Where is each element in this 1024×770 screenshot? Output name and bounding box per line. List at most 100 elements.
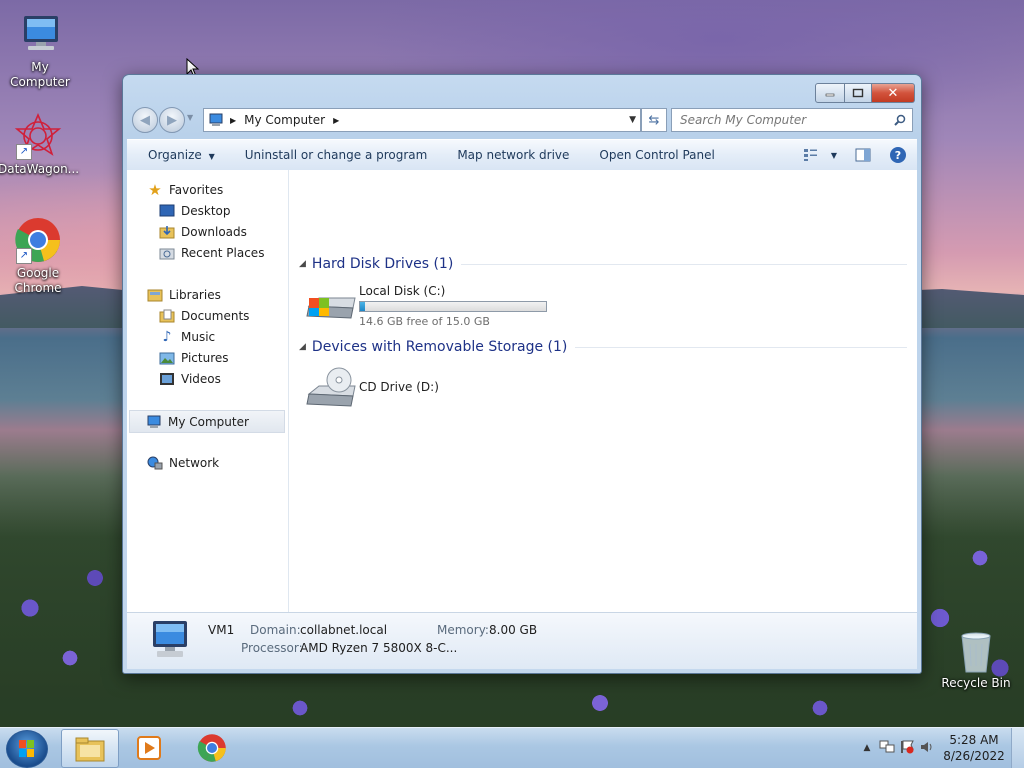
- computer-large-icon: [147, 619, 193, 664]
- search-input[interactable]: Search My Computer: [672, 113, 894, 127]
- nav-favorites[interactable]: ★ Favorites: [147, 179, 223, 200]
- memory-value: 8.00 GB: [489, 623, 538, 637]
- maximize-button[interactable]: [845, 83, 872, 103]
- group-hard-disk-drives[interactable]: ◢ Hard Disk Drives (1): [299, 256, 907, 272]
- computer-icon: [16, 10, 64, 58]
- media-player-icon: [137, 735, 161, 760]
- drive-free-space: 14.6 GB free of 15.0 GB: [359, 315, 490, 328]
- drive-name: Local Disk (C:): [359, 284, 446, 298]
- start-button[interactable]: [6, 730, 48, 768]
- back-arrow-icon: ◀: [140, 112, 150, 128]
- windows-logo-icon: [19, 740, 34, 757]
- nav-downloads[interactable]: Downloads: [159, 221, 247, 242]
- nav-videos[interactable]: Videos: [159, 368, 221, 389]
- preview-pane-button[interactable]: [855, 148, 871, 162]
- chrome-icon: [197, 733, 226, 762]
- nav-network[interactable]: Network: [147, 452, 219, 473]
- nav-my-computer[interactable]: My Computer: [129, 410, 285, 433]
- breadcrumb-my-computer[interactable]: My Computer: [244, 113, 325, 127]
- breadcrumb-separator-icon[interactable]: ▶: [333, 116, 339, 125]
- refresh-icon: ⇆: [648, 112, 660, 128]
- content-area: ★ Favorites Desktop Downloads Recent Pla…: [127, 170, 917, 613]
- back-button[interactable]: ◀: [132, 107, 158, 133]
- map-network-drive-button[interactable]: Map network drive: [442, 148, 584, 162]
- shortcut-arrow-icon: ↗: [16, 248, 32, 264]
- system-tray: ▲ 5:28 AM 8/26/2022: [857, 728, 1024, 768]
- chrome-icon: ↗: [14, 216, 62, 264]
- show-desktop-button[interactable]: [1011, 728, 1024, 768]
- disk-usage-fill: [360, 302, 366, 311]
- address-bar[interactable]: ▶ My Computer ▶ ▼: [203, 108, 641, 132]
- group-removable-storage[interactable]: ◢ Devices with Removable Storage (1): [299, 339, 907, 355]
- caption-buttons: ✕: [815, 83, 915, 103]
- datawagon-icon: ↗: [14, 112, 62, 160]
- nav-pictures[interactable]: Pictures: [159, 347, 229, 368]
- network-status-icon[interactable]: [877, 740, 897, 757]
- search-icon[interactable]: [894, 114, 906, 126]
- drive-cd-d[interactable]: CD Drive (D:): [305, 366, 439, 412]
- taskbar-chrome-button[interactable]: [184, 729, 240, 766]
- show-hidden-icons-icon[interactable]: ▲: [857, 743, 877, 753]
- search-box[interactable]: Search My Computer: [671, 108, 913, 132]
- documents-icon: [159, 308, 175, 324]
- taskbar-media-player-button[interactable]: [121, 729, 177, 766]
- desktop-icon-google-chrome[interactable]: ↗ Google Chrome: [0, 216, 78, 296]
- taskbar-explorer-button[interactable]: [61, 729, 119, 768]
- star-icon: ★: [148, 180, 162, 199]
- videos-icon: [159, 371, 175, 387]
- open-control-panel-button[interactable]: Open Control Panel: [584, 148, 729, 162]
- change-view-button[interactable]: ▼: [803, 148, 837, 162]
- collapse-triangle-icon: ◢: [299, 259, 306, 269]
- clock[interactable]: 5:28 AM 8/26/2022: [937, 732, 1011, 764]
- drive-local-disk-c[interactable]: Local Disk (C:) 14.6 GB free of 15.0 GB: [305, 284, 547, 328]
- nav-music[interactable]: ♪ Music: [159, 326, 216, 347]
- navigation-pane: ★ Favorites Desktop Downloads Recent Pla…: [127, 170, 289, 612]
- chevron-down-icon: ▼: [830, 150, 837, 160]
- command-bar: Organize ▼ Uninstall or change a program…: [127, 139, 917, 171]
- volume-icon[interactable]: [917, 740, 937, 757]
- organize-label: Organize: [148, 148, 202, 162]
- desktop-icon-recycle-bin[interactable]: Recycle Bin: [936, 630, 1016, 691]
- desktop-icon-my-computer[interactable]: My Computer: [0, 10, 80, 90]
- desktop-icon-label: Google Chrome: [14, 266, 62, 295]
- cd-drive-icon: [305, 366, 359, 412]
- network-icon: [147, 455, 163, 471]
- shortcut-arrow-icon: ↗: [16, 144, 32, 160]
- computer-icon: [146, 414, 162, 430]
- view-options-icon: [803, 149, 817, 161]
- desktop-icon-label: My Computer: [10, 60, 70, 89]
- computer-icon: [208, 113, 224, 127]
- processor-value: AMD Ryzen 7 5800X 8-C...: [300, 641, 458, 655]
- nav-libraries[interactable]: Libraries: [147, 284, 221, 305]
- nav-documents[interactable]: Documents: [159, 305, 249, 326]
- minimize-icon: [825, 93, 835, 97]
- domain-value: collabnet.local: [300, 623, 388, 637]
- forward-arrow-icon: ▶: [167, 112, 177, 128]
- desktop-icon-datawagon[interactable]: ↗ DataWagon...: [0, 112, 79, 177]
- refresh-button[interactable]: ⇆: [641, 108, 667, 132]
- collapse-triangle-icon: ◢: [299, 342, 306, 352]
- help-button[interactable]: ?: [889, 146, 907, 164]
- uninstall-program-button[interactable]: Uninstall or change a program: [230, 148, 443, 162]
- disk-usage-bar: [359, 301, 547, 312]
- breadcrumb-separator-icon[interactable]: ▶: [230, 116, 236, 125]
- music-note-icon: ♪: [162, 328, 172, 345]
- chevron-down-icon: ▼: [208, 152, 215, 161]
- preview-pane-icon: [855, 148, 871, 162]
- pictures-icon: [159, 350, 175, 366]
- computer-name: VM1: [208, 623, 235, 637]
- forward-button[interactable]: ▶: [159, 107, 185, 133]
- action-center-flag-icon[interactable]: [897, 740, 917, 757]
- close-button[interactable]: ✕: [872, 83, 915, 103]
- hard-drive-icon: [305, 284, 359, 324]
- nav-recent-places[interactable]: Recent Places: [159, 242, 264, 263]
- nav-desktop[interactable]: Desktop: [159, 200, 231, 221]
- recent-places-icon: [159, 245, 175, 261]
- details-pane: VM1 Domain: collabnet.local Memory: 8.00…: [127, 613, 917, 669]
- processor-label: Processor:: [241, 641, 303, 655]
- help-icon: ?: [890, 147, 906, 163]
- address-dropdown-icon[interactable]: ▼: [629, 115, 636, 125]
- recent-pages-chevron-icon[interactable]: ▼: [187, 113, 193, 122]
- organize-button[interactable]: Organize ▼: [127, 148, 230, 162]
- minimize-button[interactable]: [815, 83, 845, 103]
